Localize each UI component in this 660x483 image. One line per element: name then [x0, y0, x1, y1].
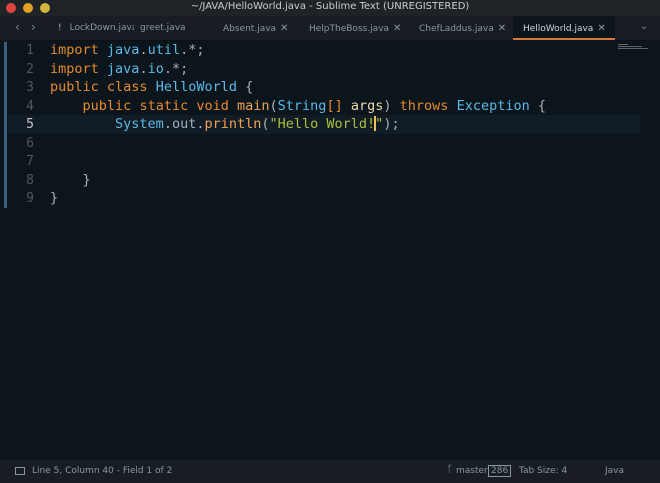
- code-line: public class HelloWorld {: [50, 79, 254, 95]
- status-bar: Line 5, Column 40 - Field 1 of 2 ᚶ maste…: [0, 459, 660, 483]
- tab-absent[interactable]: Absent.java ✕: [215, 16, 301, 40]
- line-number: 4: [26, 99, 34, 114]
- window-title: ~/JAVA/HelloWorld.java - Sublime Text (U…: [190, 1, 470, 12]
- line-number: 8: [26, 173, 34, 188]
- line-number: 5: [26, 117, 34, 132]
- line-number: 1: [26, 43, 34, 58]
- syntax-selector[interactable]: Java: [605, 466, 624, 476]
- code-line: import java.io.*;: [50, 61, 189, 77]
- tab-chefladdus[interactable]: ChefLaddus.java ✕: [411, 16, 513, 40]
- code-line: System.out.println("Hello World!");: [115, 116, 400, 132]
- tab-label: HelpTheBoss.java: [309, 24, 390, 34]
- tab-lockdown[interactable]: ! LockDown.java: [52, 16, 134, 40]
- title-bar: ~/JAVA/HelloWorld.java - Sublime Text (U…: [0, 0, 660, 17]
- tab-helptheboss[interactable]: HelpTheBoss.java ✕: [301, 16, 409, 40]
- line-number: 7: [26, 154, 34, 169]
- git-branch-name[interactable]: master: [456, 466, 488, 476]
- tab-label: HelloWorld.java: [523, 24, 594, 34]
- code-line: public static void main(String[] args) t…: [82, 98, 547, 114]
- line-number: 2: [26, 62, 34, 77]
- tab-label: Absent.java: [223, 24, 277, 34]
- chevron-right-icon[interactable]: ›: [31, 20, 36, 34]
- git-branch-icon: ᚶ: [447, 464, 453, 475]
- close-tab-icon[interactable]: ✕: [280, 23, 288, 34]
- tab-label: ChefLaddus.java: [419, 24, 494, 34]
- close-tab-icon[interactable]: ✕: [498, 23, 506, 34]
- git-changes-badge[interactable]: 286: [488, 465, 512, 477]
- tab-helloworld[interactable]: HelloWorld.java ✕: [513, 16, 615, 40]
- code-line: }: [50, 190, 59, 206]
- chevron-left-icon[interactable]: ‹: [15, 20, 20, 34]
- tab-label: greet.java: [140, 23, 186, 33]
- minimap[interactable]: [618, 44, 648, 50]
- tab-label: LockDown.java: [69, 23, 134, 33]
- close-tab-icon[interactable]: ✕: [393, 23, 401, 34]
- close-tab-icon[interactable]: ✕: [597, 23, 605, 34]
- chevron-down-icon[interactable]: ⌄: [640, 21, 648, 32]
- tab-bar: ‹ › ! LockDown.java greet.java Absent.jav…: [0, 16, 660, 41]
- line-number: 6: [26, 136, 34, 151]
- code-line: }: [82, 172, 91, 188]
- cursor-position: Line 5, Column 40 - Field 1 of 2: [32, 466, 173, 476]
- tab-size-selector[interactable]: Tab Size: 4: [519, 466, 567, 476]
- tab-greet[interactable]: greet.java: [134, 16, 206, 40]
- line-number: 3: [26, 80, 34, 95]
- modified-lines-marker: [4, 42, 7, 208]
- line-number: 9: [26, 191, 34, 206]
- code-line: import java.util.*;: [50, 42, 205, 58]
- panel-toggle-icon[interactable]: [15, 467, 25, 475]
- tab-warning-mark: !: [58, 23, 62, 33]
